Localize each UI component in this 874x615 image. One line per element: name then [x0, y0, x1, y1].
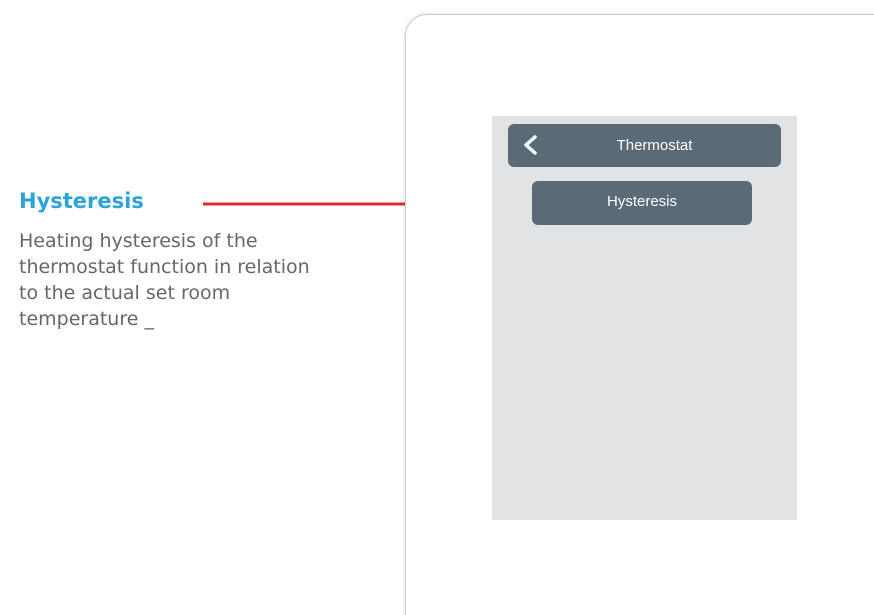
header-bar: Thermostat — [508, 124, 781, 167]
page: Hysteresis Heating hysteresis of the the… — [0, 0, 874, 615]
hysteresis-button[interactable]: Hysteresis — [532, 181, 752, 225]
device-screen — [492, 116, 797, 520]
header-title: Thermostat — [616, 137, 693, 154]
